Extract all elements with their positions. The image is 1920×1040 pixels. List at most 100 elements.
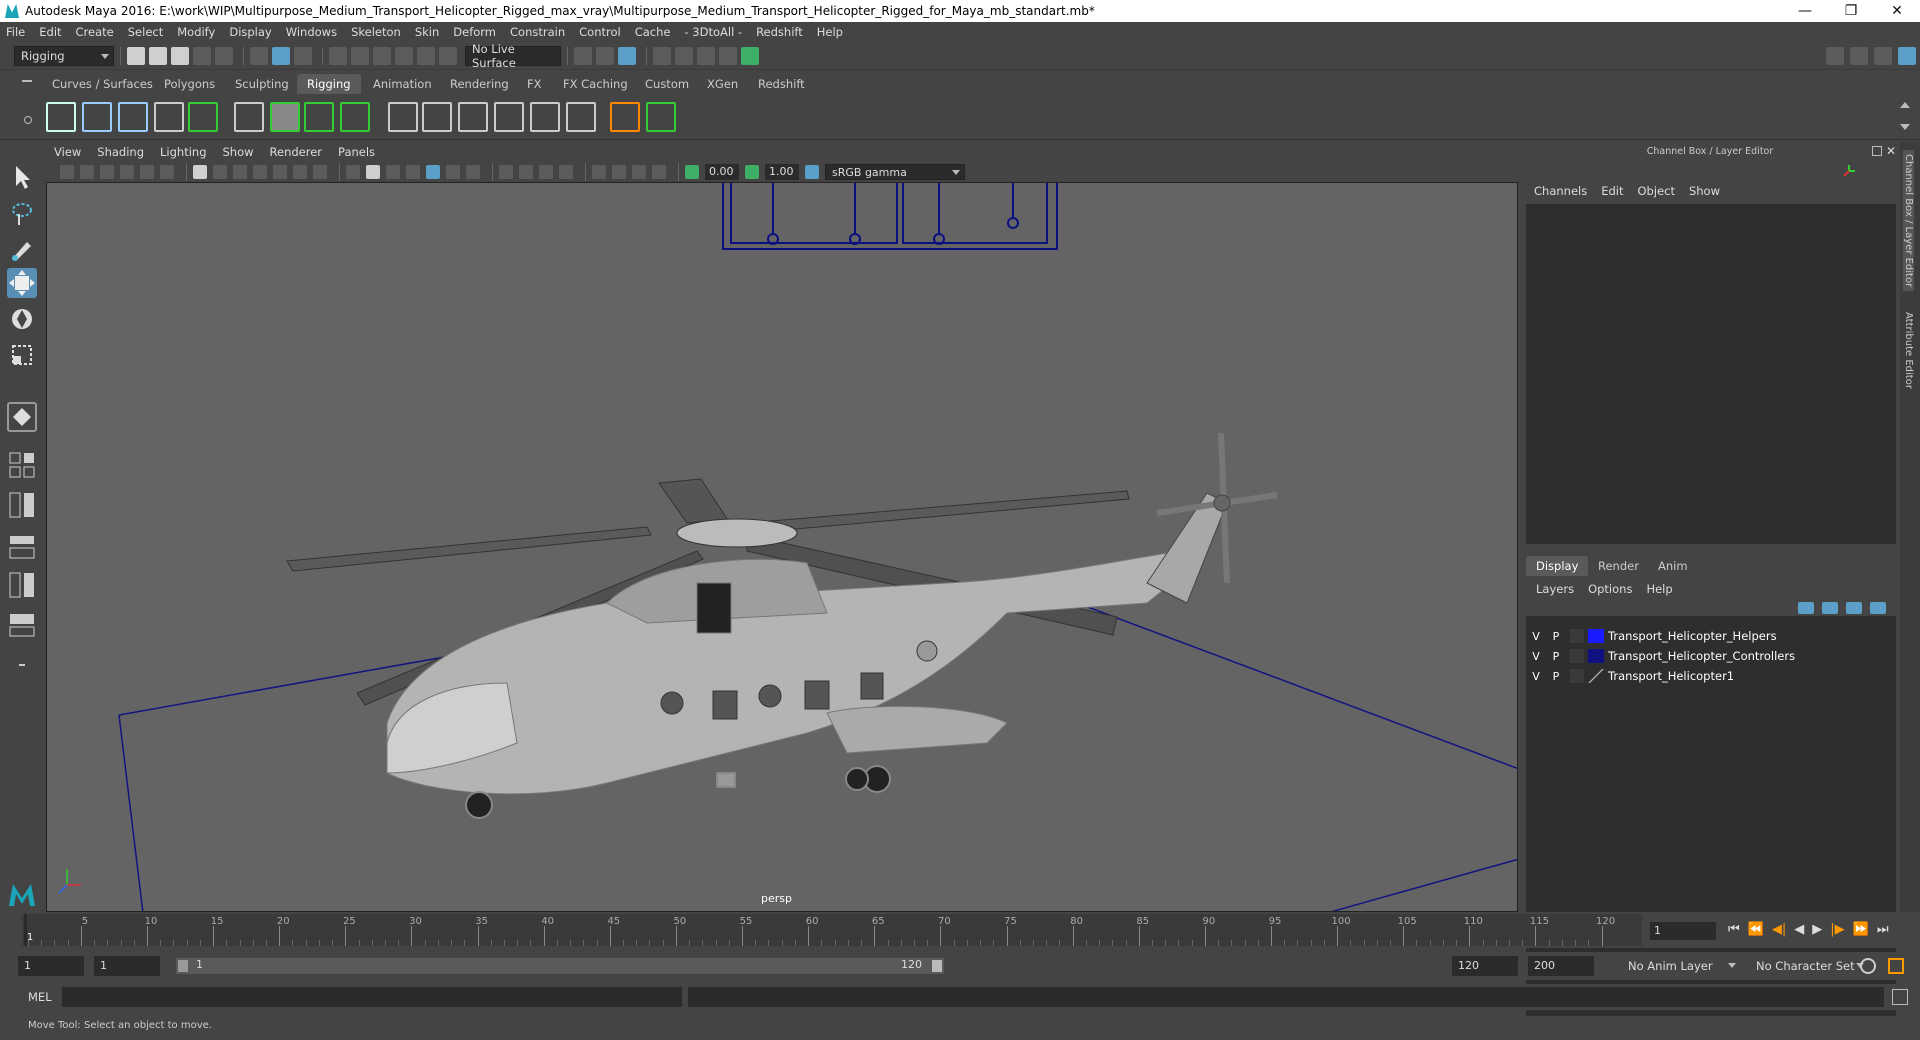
tab-animation[interactable]: Animation <box>363 74 442 94</box>
depth-of-field-icon[interactable] <box>559 165 573 179</box>
close-button[interactable]: ✕ <box>1874 3 1920 19</box>
menu-skin[interactable]: Skin <box>415 25 439 39</box>
tab-fx[interactable]: FX <box>517 74 552 94</box>
script-editor-icon[interactable] <box>1892 989 1908 1005</box>
tab-sculpting[interactable]: Sculpting <box>225 74 299 94</box>
command-language-label[interactable]: MEL <box>28 990 52 1004</box>
exposure-icon[interactable] <box>685 165 699 179</box>
range-start-handle[interactable] <box>178 960 188 972</box>
image-plane-icon[interactable] <box>120 165 134 179</box>
live-surface-field[interactable]: No Live Surface <box>465 42 561 70</box>
hik-icon[interactable] <box>188 102 218 132</box>
new-scene-icon[interactable] <box>127 46 145 65</box>
channel-box-area[interactable] <box>1526 204 1896 544</box>
scale-constraint-icon[interactable] <box>530 102 560 132</box>
le-menu-layers[interactable]: Layers <box>1536 582 1574 596</box>
play-forwards-icon[interactable]: ▶ <box>1812 922 1822 937</box>
construction-history-icon[interactable] <box>618 46 636 65</box>
grid-icon[interactable] <box>193 165 207 179</box>
command-input[interactable] <box>62 987 682 1007</box>
menu-redshift[interactable]: Redshift <box>756 25 803 39</box>
undo-icon[interactable] <box>193 46 211 65</box>
input-ops-icon[interactable] <box>574 46 592 65</box>
select-component-icon[interactable] <box>294 46 312 65</box>
layer-color-swatch[interactable] <box>1588 649 1604 663</box>
step-forward-frame-icon[interactable]: |▶ <box>1830 922 1844 937</box>
minimize-button[interactable]: — <box>1782 3 1828 19</box>
smooth-shade-icon[interactable] <box>366 165 380 179</box>
layer-name[interactable]: Transport_Helicopter_Controllers <box>1608 649 1795 663</box>
vp-menu-lighting[interactable]: Lighting <box>160 145 206 159</box>
point-constraint-icon[interactable] <box>458 102 488 132</box>
layer-visibility-toggle[interactable]: V <box>1526 650 1546 663</box>
shelf-scroll-up-icon[interactable] <box>1900 102 1910 108</box>
menu-deform[interactable]: Deform <box>453 25 496 39</box>
manipulator-icon[interactable] <box>1842 164 1856 178</box>
layer-display-type[interactable] <box>1570 669 1584 683</box>
step-back-key-icon[interactable]: ⏪ <box>1748 922 1764 937</box>
wireframe-icon[interactable] <box>346 165 360 179</box>
safe-title-icon[interactable] <box>313 165 327 179</box>
menu-windows[interactable]: Windows <box>286 25 337 39</box>
exposure-field[interactable]: 0.00 <box>705 164 739 180</box>
grease-pencil-icon[interactable] <box>160 165 174 179</box>
four-pane-layout-icon[interactable] <box>7 490 37 520</box>
cb-menu-edit[interactable]: Edit <box>1601 184 1623 198</box>
2d-pan-zoom-icon[interactable] <box>140 165 154 179</box>
bookmarks-icon[interactable] <box>100 165 114 179</box>
tab-xgen[interactable]: XGen <box>697 74 748 94</box>
layer-name[interactable]: Transport_Helicopter_Helpers <box>1608 629 1777 643</box>
snap-curve-icon[interactable] <box>351 46 369 65</box>
rotate-tool-icon[interactable] <box>7 304 37 334</box>
outliner-layout-icon[interactable] <box>7 532 37 562</box>
anim-preferences-icon[interactable] <box>1888 958 1904 974</box>
perspective-viewport[interactable]: persp <box>46 182 1518 912</box>
wrap-deformer-icon[interactable] <box>340 102 370 132</box>
save-scene-icon[interactable] <box>171 46 189 65</box>
float-panel-icon[interactable] <box>1872 146 1882 156</box>
le-menu-help[interactable]: Help <box>1646 582 1672 596</box>
vp-menu-view[interactable]: View <box>54 145 81 159</box>
tab-fx-caching[interactable]: FX Caching <box>553 74 638 94</box>
menu-3dtoall[interactable]: - 3DtoAll - <box>684 25 742 39</box>
menu-help[interactable]: Help <box>817 25 843 39</box>
vp-menu-panels[interactable]: Panels <box>338 145 375 159</box>
menu-skeleton[interactable]: Skeleton <box>351 25 401 39</box>
cb-menu-show[interactable]: Show <box>1689 184 1720 198</box>
restore-button[interactable]: ❐ <box>1828 3 1874 19</box>
le-menu-options[interactable]: Options <box>1588 582 1632 596</box>
tab-render[interactable]: Render <box>1588 556 1649 576</box>
snap-surface-icon[interactable] <box>417 46 435 65</box>
shelf-options-icon[interactable] <box>24 116 32 124</box>
menu-display[interactable]: Display <box>229 25 271 39</box>
textured-icon[interactable] <box>426 165 440 179</box>
tab-rigging[interactable]: Rigging <box>297 74 361 94</box>
layer-color-swatch[interactable] <box>1588 669 1604 683</box>
tab-anim[interactable]: Anim <box>1648 556 1698 576</box>
menu-control[interactable]: Control <box>579 25 621 39</box>
snap-view-plane-icon[interactable] <box>395 46 413 65</box>
select-camera-icon[interactable] <box>60 165 74 179</box>
timeline-ruler[interactable]: 1 5 10 15 20 25 30 35 40 45 50 55 60 65 70 75 80 85 90 95 1… <box>22 914 1642 946</box>
vp-menu-show[interactable]: Show <box>223 145 254 159</box>
menu-constrain[interactable]: Constrain <box>510 25 565 39</box>
tab-polygons[interactable]: Polygons <box>154 74 225 94</box>
orient-constraint-icon[interactable] <box>494 102 524 132</box>
persp-outliner-layout-icon[interactable] <box>7 610 37 640</box>
vp-menu-renderer[interactable]: Renderer <box>270 145 323 159</box>
anim-layer-dropdown[interactable]: No Anim Layer <box>1622 956 1740 976</box>
playback-end-field[interactable]: 120 <box>1452 956 1518 976</box>
new-layer-icon[interactable] <box>1846 602 1862 614</box>
xray-active-icon[interactable] <box>632 165 646 179</box>
camera-attributes-icon[interactable] <box>80 165 94 179</box>
animation-start-field[interactable]: 1 <box>18 956 84 976</box>
layer-row[interactable]: V P Transport_Helicopter1 <box>1526 666 1896 686</box>
gamma-field[interactable]: 1.00 <box>765 164 799 180</box>
layer-playback-toggle[interactable]: P <box>1546 650 1566 663</box>
side-tab-channel-box[interactable]: Channel Box / Layer Editor <box>1903 150 1914 292</box>
aim-constraint-icon[interactable] <box>566 102 596 132</box>
move-tool-icon[interactable] <box>7 268 37 298</box>
toggle-panel-icon[interactable] <box>1874 46 1892 65</box>
side-tab-attribute-editor[interactable]: Attribute Editor <box>1903 312 1914 389</box>
gate-mask-icon[interactable] <box>253 165 267 179</box>
